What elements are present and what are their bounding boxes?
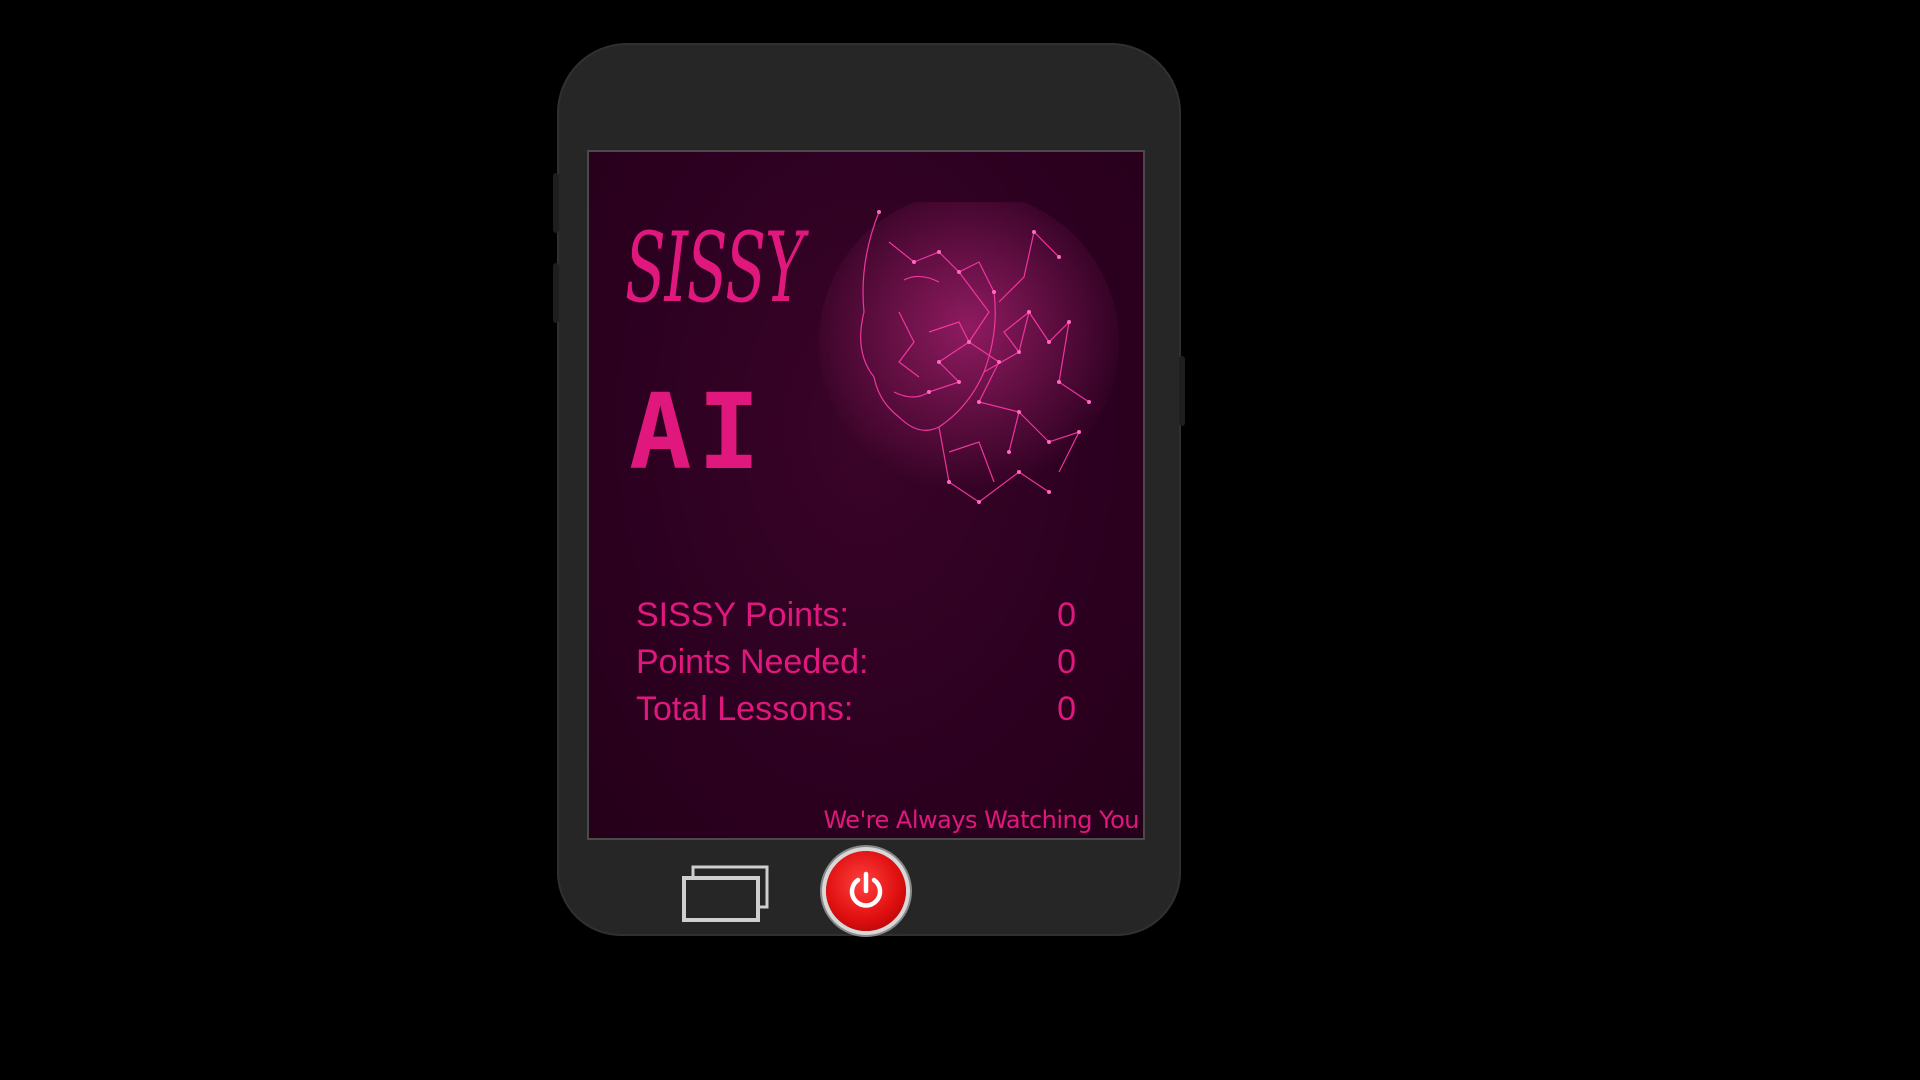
- logo-title-sissy: SISSY: [625, 212, 804, 324]
- stat-row-total-lessons: Total Lessons: 0: [636, 686, 1076, 733]
- lock-side-button: [1179, 356, 1185, 426]
- volume-down-side-button: [553, 263, 559, 323]
- stat-label: SISSY Points:: [636, 596, 849, 634]
- tagline: We're Always Watching You: [823, 806, 1139, 834]
- phone-screen: SISSY AI SISSY Points: 0 Points Needed: …: [587, 150, 1145, 840]
- recent-apps-icon[interactable]: [681, 863, 771, 923]
- stat-value: 0: [1057, 643, 1076, 681]
- phone-frame: SISSY AI SISSY Points: 0 Points Needed: …: [553, 43, 1185, 936]
- wireframe-face-icon: [819, 202, 1119, 504]
- stats-panel: SISSY Points: 0 Points Needed: 0 Total L…: [636, 592, 1076, 733]
- stat-row-sissy-points: SISSY Points: 0: [636, 592, 1076, 639]
- stat-value: 0: [1057, 690, 1076, 728]
- power-button[interactable]: [826, 851, 906, 931]
- volume-up-side-button: [553, 173, 559, 233]
- logo-title-ai: AI: [629, 371, 767, 493]
- stat-row-points-needed: Points Needed: 0: [636, 639, 1076, 686]
- stat-label: Total Lessons:: [636, 690, 854, 728]
- stat-label: Points Needed:: [636, 643, 869, 681]
- power-icon: [849, 871, 883, 908]
- stat-value: 0: [1057, 596, 1076, 634]
